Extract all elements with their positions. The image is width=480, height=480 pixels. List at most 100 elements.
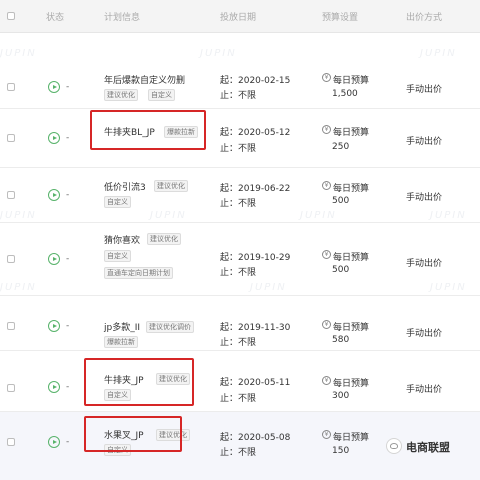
status-text: - (66, 190, 70, 200)
header-status[interactable]: 状态 (46, 10, 64, 23)
header-budget[interactable]: 预算设置 (322, 10, 358, 23)
end-date: 止：不限 (220, 268, 257, 278)
plan-tag: 建议优化 (104, 89, 138, 101)
row-checkbox[interactable] (7, 322, 15, 330)
budget-icon: ¥ (322, 73, 331, 82)
bid-method[interactable]: 手动出价 (406, 82, 442, 95)
budget-value[interactable]: 1,500 (332, 89, 358, 99)
plan-name-link[interactable]: 年后爆款自定义勿删 (104, 73, 185, 86)
budget-value[interactable]: 300 (332, 391, 349, 401)
row-checkbox[interactable] (7, 438, 15, 446)
plan-tag: 爆款拉新 (104, 336, 138, 348)
budget-icon: ¥ (322, 376, 331, 385)
header-plan-info[interactable]: 计划信息 (104, 10, 140, 23)
budget-icon: ¥ (322, 125, 331, 134)
brand-logo: 电商联盟 (386, 436, 476, 456)
budget-icon: ¥ (322, 250, 331, 259)
budget-icon: ¥ (322, 430, 331, 439)
play-status-icon[interactable] (48, 81, 60, 93)
end-date: 止：不限 (220, 448, 257, 458)
budget-label: 每日预算 (333, 76, 370, 86)
start-date: 起：2019-11-30 (220, 323, 291, 333)
budget-label: 每日预算 (333, 379, 370, 389)
status-text: - (66, 321, 70, 331)
table-row[interactable]: - 猜你喜欢 建议优化 自定义 直通车定向日期计划 起：2019-10-29 止… (0, 223, 480, 296)
header-date[interactable]: 投放日期 (220, 10, 256, 23)
plan-name-link[interactable]: 猜你喜欢 (104, 233, 140, 246)
budget-label: 每日预算 (333, 323, 370, 333)
status-text: - (66, 82, 70, 92)
plan-tag: 建议优化 (154, 180, 188, 192)
table-header: 状态 计划信息 投放日期 预算设置 出价方式 (0, 0, 480, 33)
watermark-text: JUPIN (0, 48, 37, 59)
budget-label: 每日预算 (333, 433, 370, 443)
table-row[interactable]: - jp多款_II 建议优化调价 爆款拉新 起：2019-11-30 止：不限 … (0, 296, 480, 351)
play-status-icon[interactable] (48, 436, 60, 448)
start-date: 起：2020-02-15 (220, 76, 291, 86)
bid-method[interactable]: 手动出价 (406, 326, 442, 339)
table-row[interactable]: - 牛排夹_JP 建议优化 自定义 起：2020-05-11 止：不限 ¥ 每日… (0, 351, 480, 412)
watermark-text: JUPIN (300, 210, 337, 221)
logo-icon (386, 438, 402, 454)
row-checkbox[interactable] (7, 134, 15, 142)
plan-tag: 建议优化调价 (146, 321, 194, 333)
logo-text: 电商联盟 (406, 441, 450, 454)
start-date: 起：2020-05-12 (220, 128, 291, 138)
watermark-text: JUPIN (200, 48, 237, 59)
table-row[interactable]: - 牛排夹BL_JP 爆款拉新 起：2020-05-12 止：不限 ¥ 每日预算… (0, 109, 480, 168)
row-checkbox[interactable] (7, 83, 15, 91)
plan-tag: 自定义 (148, 89, 175, 101)
plan-name-link[interactable]: jp多款_II (104, 320, 140, 333)
play-status-icon[interactable] (48, 189, 60, 201)
play-status-icon[interactable] (48, 320, 60, 332)
highlight-box (84, 358, 194, 406)
play-status-icon[interactable] (48, 381, 60, 393)
start-date: 起：2019-10-29 (220, 253, 291, 263)
budget-value[interactable]: 580 (332, 335, 349, 345)
budget-label: 每日预算 (333, 128, 370, 138)
table-row[interactable]: - 年后爆款自定义勿删 建议优化 自定义 起：2020-02-15 止：不限 ¥… (0, 33, 480, 109)
plan-tag: 自定义 (104, 196, 131, 208)
budget-value[interactable]: 250 (332, 142, 349, 152)
watermark-text: JUPIN (420, 48, 457, 59)
end-date: 止：不限 (220, 91, 257, 101)
bid-method[interactable]: 手动出价 (406, 190, 442, 203)
status-text: - (66, 254, 70, 264)
budget-value[interactable]: 500 (332, 196, 349, 206)
status-text: - (66, 382, 70, 392)
watermark-text: JUPIN (250, 282, 287, 293)
plan-tag: 自定义 (104, 250, 131, 262)
status-text: - (66, 133, 70, 143)
select-all-checkbox[interactable] (7, 12, 15, 20)
row-checkbox[interactable] (7, 255, 15, 263)
budget-label: 每日预算 (333, 184, 370, 194)
end-date: 止：不限 (220, 338, 257, 348)
start-date: 起：2020-05-08 (220, 433, 291, 443)
watermark-text: JUPIN (0, 210, 37, 221)
budget-value[interactable]: 500 (332, 265, 349, 275)
budget-icon: ¥ (322, 181, 331, 190)
bid-method[interactable]: 手动出价 (406, 382, 442, 395)
play-status-icon[interactable] (48, 253, 60, 265)
budget-value[interactable]: 150 (332, 446, 349, 456)
table-row[interactable]: - 低价引流3 建议优化 自定义 起：2019-06-22 止：不限 ¥ 每日预… (0, 168, 480, 223)
plan-tag: 直通车定向日期计划 (104, 267, 173, 279)
plan-name-link[interactable]: 低价引流3 (104, 180, 146, 193)
end-date: 止：不限 (220, 199, 257, 209)
header-bid[interactable]: 出价方式 (406, 10, 442, 23)
start-date: 起：2019-06-22 (220, 184, 291, 194)
end-date: 止：不限 (220, 394, 257, 404)
watermark-text: JUPIN (150, 210, 187, 221)
play-status-icon[interactable] (48, 132, 60, 144)
status-text: - (66, 437, 70, 447)
row-checkbox[interactable] (7, 191, 15, 199)
highlight-box (84, 416, 182, 452)
plan-tag: 建议优化 (147, 233, 181, 245)
end-date: 止：不限 (220, 144, 257, 154)
row-checkbox[interactable] (7, 384, 15, 392)
watermark-text: JUPIN (430, 210, 467, 221)
bid-method[interactable]: 手动出价 (406, 134, 442, 147)
start-date: 起：2020-05-11 (220, 378, 291, 388)
bid-method[interactable]: 手动出价 (406, 256, 442, 269)
highlight-box (90, 110, 206, 150)
